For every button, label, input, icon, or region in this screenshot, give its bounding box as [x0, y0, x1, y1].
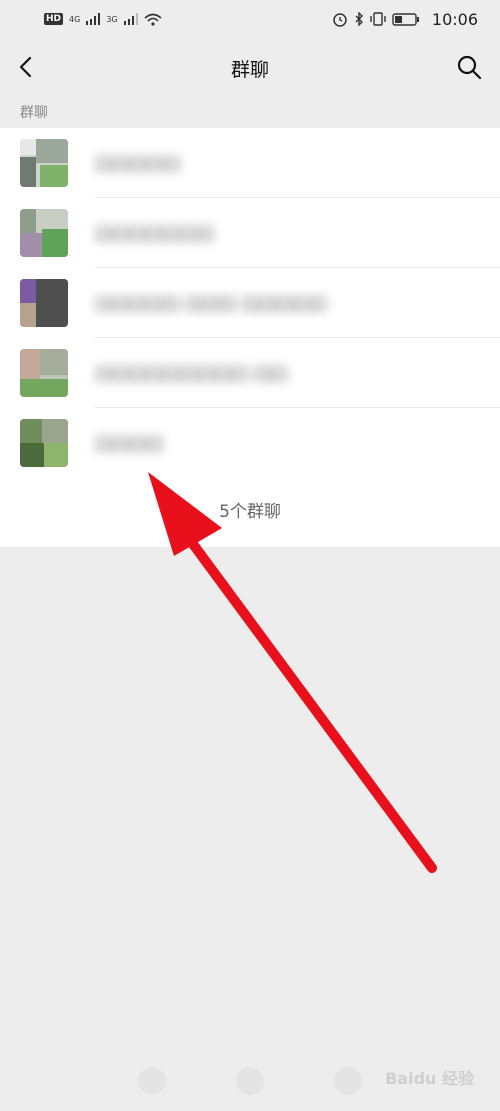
group-name: 口口口口口口口 [95, 225, 214, 245]
group-avatar [20, 279, 68, 327]
status-left: HD 4G 3G [44, 13, 162, 26]
nav-home-button[interactable] [236, 1067, 264, 1095]
battery-icon [392, 12, 419, 26]
network-4g-label: 4G [69, 14, 81, 24]
group-avatar [20, 349, 68, 397]
group-name: 口口口口口 [95, 155, 180, 175]
group-row-4[interactable]: 口口口口口口口口口 口口 [0, 338, 500, 408]
hd-badge: HD [44, 13, 64, 25]
group-row-1[interactable]: 口口口口口 [0, 128, 500, 198]
vibrate-icon [370, 12, 386, 26]
group-name: 口口口口 [95, 435, 163, 455]
search-icon[interactable] [456, 54, 482, 80]
nav-bar: 群聊 [0, 38, 500, 98]
group-row-3[interactable]: 口口口口口 口口口 口口口口口 [0, 268, 500, 338]
nav-recent-button[interactable] [334, 1067, 362, 1095]
group-row-2[interactable]: 口口口口口口口 [0, 198, 500, 268]
status-right: 10:06 [332, 10, 478, 29]
chevron-left-icon[interactable] [14, 52, 40, 82]
status-bar: HD 4G 3G 10:06 [0, 0, 500, 38]
group-avatar [20, 419, 68, 467]
group-list: 口口口口口 口口口口口口口 口口口口口 口口口 口口口口口 口口口口口口口口口 … [0, 128, 500, 547]
nav-back-button[interactable] [138, 1067, 166, 1095]
group-name: 口口口口口口口口口 口口 [95, 365, 288, 385]
group-count-label: 5个群聊 [219, 502, 281, 522]
status-time: 10:06 [431, 9, 478, 29]
wifi-icon [144, 13, 162, 26]
group-row-5[interactable]: 口口口口 [0, 408, 500, 478]
group-name: 口口口口口 口口口 口口口口口 [95, 295, 327, 315]
signal-icon [86, 13, 101, 25]
section-header: 群聊 [20, 105, 48, 121]
signal-icon-2 [123, 13, 138, 25]
page-title: 群聊 [230, 58, 269, 81]
alarm-icon [333, 13, 347, 27]
group-avatar [20, 209, 68, 257]
watermark-logo: Baidu 经验 [385, 1069, 474, 1088]
network-3g-label: 3G [106, 14, 118, 24]
bluetooth-icon [355, 12, 363, 26]
group-avatar [20, 139, 68, 187]
